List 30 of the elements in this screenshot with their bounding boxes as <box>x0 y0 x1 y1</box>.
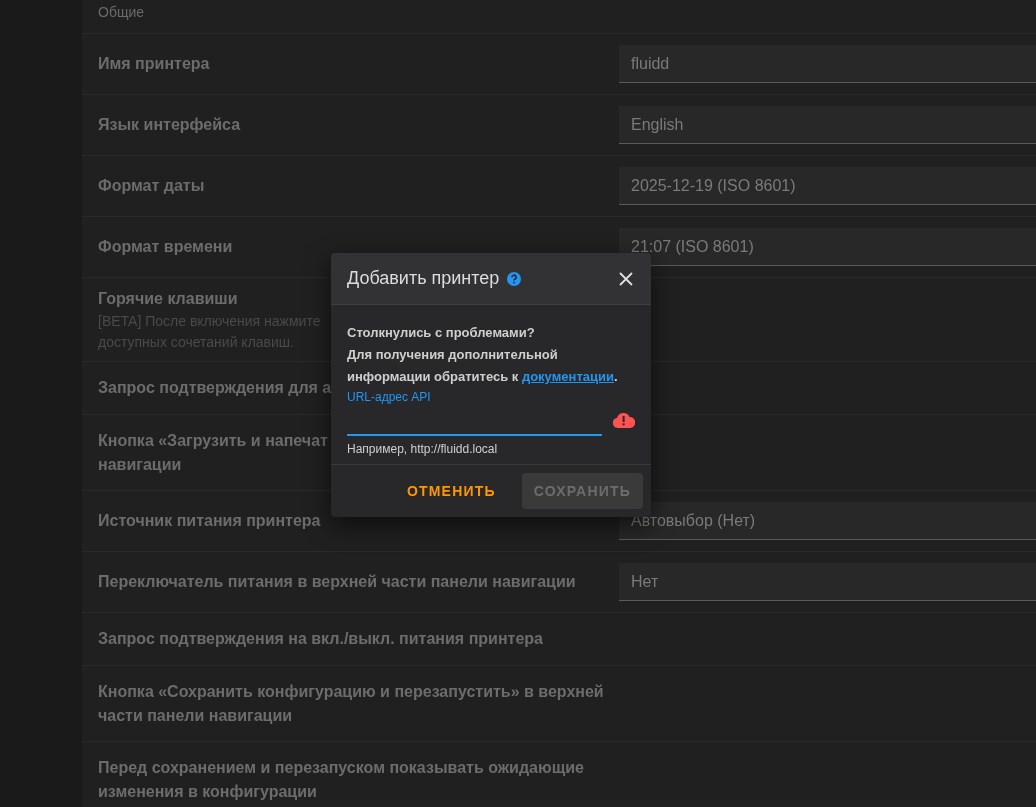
help-message: Столкнулись с проблемами? Для получения дополнительной информации обратитесь к документации. <box>347 324 619 386</box>
setting-label: части панели навигации <box>98 705 293 726</box>
select-field[interactable]: Автовыбор (Нет) <box>619 502 1036 540</box>
select-field[interactable]: English <box>619 106 1036 144</box>
section-title: Общие <box>98 4 145 20</box>
setting-label: Запрос подтверждения на вкл./выкл. питания принтера <box>98 629 543 649</box>
setting-label: Формат времени <box>98 237 233 257</box>
setting-label: Горячие клавиши <box>98 288 238 309</box>
setting-label: изменения в конфигурации <box>98 781 317 802</box>
setting-label: Источник питания принтера <box>98 511 321 531</box>
help-icon[interactable] <box>507 271 522 286</box>
select-field[interactable]: 21:07 (ISO 8601) <box>619 228 1036 266</box>
select-field[interactable]: 2025-12-19 (ISO 8601) <box>619 167 1036 205</box>
setting-label: Имя принтера <box>98 54 210 74</box>
setting-label: навигации <box>98 454 182 475</box>
select-field[interactable]: fluidd <box>619 45 1036 83</box>
field-label: URL-адрес API <box>347 390 432 404</box>
setting-label: Язык интерфейса <box>98 115 241 135</box>
select-field[interactable]: Нет <box>619 563 1036 601</box>
setting-label: Кнопка «Загрузить и напечат <box>98 430 328 451</box>
setting-label: Формат даты <box>98 176 205 196</box>
cancel-button[interactable]: ОТМЕНИТЬ <box>396 473 506 509</box>
documentation-link[interactable]: документации <box>521 369 614 384</box>
setting-label: Запрос подтверждения для а <box>98 378 332 398</box>
setting-label: Переключатель питания в верхней части панели навигации <box>98 572 576 592</box>
setting-label: Кнопка «Сохранить конфигурацию и перезапустить» в верхней <box>98 681 604 702</box>
close-button[interactable] <box>617 269 635 288</box>
field-hint: Например, http://fluidd.local <box>347 442 499 456</box>
setting-label: Перед сохранением и перезапуском показывать ожидающие <box>98 757 584 778</box>
dialog-title: Добавить принтер <box>347 268 500 289</box>
